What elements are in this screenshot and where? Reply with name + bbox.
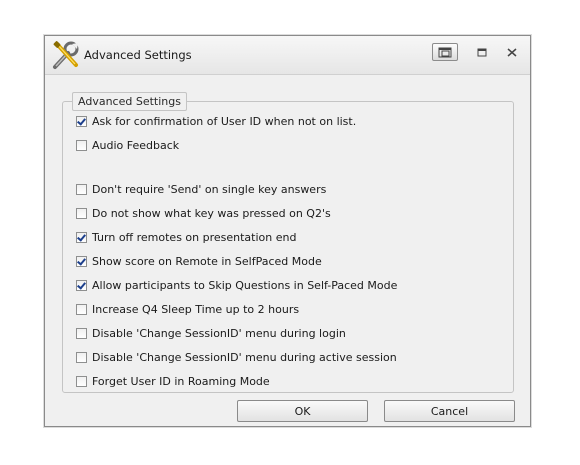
cancel-button[interactable]: Cancel (384, 400, 515, 422)
checkbox[interactable] (76, 207, 87, 219)
window-title: Advanced Settings (84, 48, 192, 62)
option-label: Forget User ID in Roaming Mode (92, 374, 270, 388)
restore-button[interactable] (432, 43, 458, 61)
option-forget-user-id[interactable]: Forget User ID in Roaming Mode (76, 373, 270, 389)
close-icon (507, 47, 517, 57)
title-bar[interactable]: Advanced Settings (45, 36, 530, 75)
maximize-button[interactable] (473, 43, 491, 61)
option-disable-sessionid-login[interactable]: Disable 'Change SessionID' menu during l… (76, 325, 346, 341)
option-label: Increase Q4 Sleep Time up to 2 hours (92, 302, 300, 316)
option-label: Don't require 'Send' on single key answe… (92, 182, 327, 196)
tools-icon (53, 41, 79, 69)
option-turn-off-remotes[interactable]: Turn off remotes on presentation end (76, 229, 296, 245)
option-disable-sessionid-active[interactable]: Disable 'Change SessionID' menu during a… (76, 349, 397, 365)
option-show-score[interactable]: Show score on Remote in SelfPaced Mode (76, 253, 322, 269)
checkbox[interactable] (76, 351, 87, 363)
settings-group: Advanced Settings Ask for confirmation o… (62, 92, 514, 393)
checkbox[interactable] (76, 375, 87, 387)
option-label: Ask for confirmation of User ID when not… (92, 114, 357, 128)
dialog-client-area: Advanced Settings Ask for confirmation o… (45, 75, 530, 426)
option-label: Show score on Remote in SelfPaced Mode (92, 254, 322, 268)
option-label: Audio Feedback (92, 138, 180, 152)
close-button[interactable] (503, 43, 521, 61)
checkbox[interactable] (76, 327, 87, 339)
checkbox[interactable] (76, 115, 87, 127)
checkbox[interactable] (76, 231, 87, 243)
option-label: Disable 'Change SessionID' menu during a… (92, 350, 397, 364)
option-label: Do not show what key was pressed on Q2's (92, 206, 331, 220)
option-label: Disable 'Change SessionID' menu during l… (92, 326, 346, 340)
option-hide-key-q2[interactable]: Do not show what key was pressed on Q2's (76, 205, 331, 221)
checkbox[interactable] (76, 183, 87, 195)
checkbox[interactable] (76, 139, 87, 151)
ok-button[interactable]: OK (237, 400, 368, 422)
option-audio-feedback[interactable]: Audio Feedback (76, 137, 179, 153)
advanced-settings-dialog: Advanced Settings Advanced Settings Ask … (44, 35, 531, 427)
option-confirm-user-id[interactable]: Ask for confirmation of User ID when not… (76, 113, 356, 129)
option-no-send-single-key[interactable]: Don't require 'Send' on single key answe… (76, 181, 326, 197)
maximize-icon (477, 48, 487, 56)
option-allow-skip[interactable]: Allow participants to Skip Questions in … (76, 277, 397, 293)
option-label: Allow participants to Skip Questions in … (92, 278, 398, 292)
group-label: Advanced Settings (72, 92, 187, 111)
option-label: Turn off remotes on presentation end (92, 230, 297, 244)
checkbox[interactable] (76, 255, 87, 267)
checkbox[interactable] (76, 279, 87, 291)
option-q4-sleep[interactable]: Increase Q4 Sleep Time up to 2 hours (76, 301, 299, 317)
restore-icon (438, 47, 452, 57)
checkbox[interactable] (76, 303, 87, 315)
